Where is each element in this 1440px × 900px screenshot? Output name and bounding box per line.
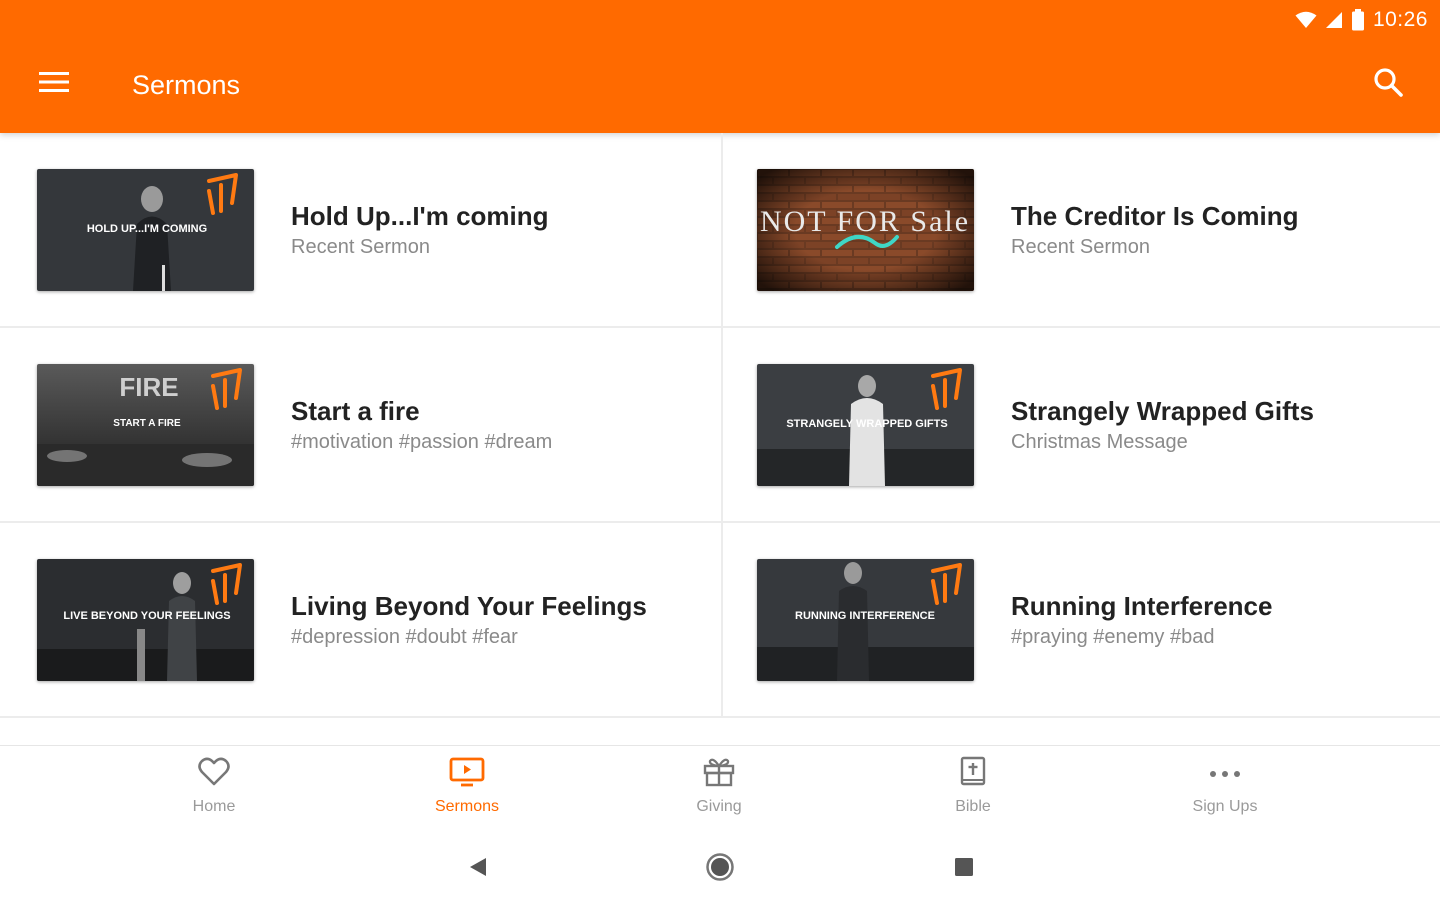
nav-sign-ups[interactable]: Sign Ups <box>1145 754 1305 834</box>
back-button[interactable] <box>458 849 498 889</box>
sermon-card[interactable]: LIVE BEYOND YOUR FEELINGS Living Beyond … <box>0 523 720 718</box>
home-circle-icon <box>705 852 735 887</box>
nav-sermons[interactable]: Sermons <box>387 754 547 834</box>
sermon-card[interactable]: HOLD UP...I'M COMING Hold Up...I'm comin… <box>0 133 720 328</box>
sermon-subtitle: #depression #doubt #fear <box>291 626 518 648</box>
system-navigation-bar <box>0 841 1440 891</box>
thumbnail-text: STRANGELY WRAPPED GIFTS <box>786 418 947 430</box>
app-bar: 10:26 Sermons <box>0 0 1440 133</box>
sermon-title: Start a fire <box>291 396 420 426</box>
recents-square-icon <box>954 857 974 882</box>
sermon-title: Living Beyond Your Feelings <box>291 591 647 621</box>
nav-home[interactable]: Home <box>134 754 294 834</box>
thumbnail-text: RUNNING INTERFERENCE <box>795 610 935 622</box>
sermon-subtitle: #praying #enemy #bad <box>1011 626 1215 648</box>
home-button[interactable] <box>700 849 740 889</box>
thumbnail-subtext: START A FIRE <box>113 418 181 429</box>
search-icon <box>1373 67 1403 102</box>
thumbnail-text: HOLD UP...I'M COMING <box>87 223 207 235</box>
back-icon <box>468 856 488 883</box>
thumbnail-text: FIRE <box>119 372 178 402</box>
nav-label: Giving <box>696 798 742 815</box>
sermon-card[interactable]: NOT FOR Sale The Creditor Is Coming Rece… <box>720 133 1440 328</box>
sermon-title: The Creditor Is Coming <box>1011 201 1299 231</box>
sermon-thumbnail: LIVE BEYOND YOUR FEELINGS <box>37 559 254 681</box>
recents-button[interactable] <box>944 849 984 889</box>
sermon-grid: HOLD UP...I'M COMING Hold Up...I'm comin… <box>0 133 1440 745</box>
sermon-subtitle: Recent Sermon <box>1011 236 1150 258</box>
status-bar: 10:26 <box>1295 6 1428 34</box>
sermon-thumbnail: HOLD UP...I'M COMING <box>37 169 254 291</box>
battery-icon <box>1351 9 1365 31</box>
sermon-card[interactable]: RUNNING INTERFERENCE Running Interferenc… <box>720 523 1440 718</box>
nav-label: Bible <box>955 798 991 815</box>
sermon-thumbnail: FIRE START A FIRE <box>37 364 254 486</box>
menu-button[interactable] <box>30 62 78 106</box>
bottom-navigation: Home Sermons Giving Bible Sign Ups <box>0 745 1440 900</box>
sermon-title: Running Interference <box>1011 591 1273 621</box>
nav-label: Sign Ups <box>1192 798 1258 815</box>
sermon-subtitle: Christmas Message <box>1011 431 1188 453</box>
sermon-thumbnail: RUNNING INTERFERENCE <box>757 559 974 681</box>
bible-icon <box>959 756 987 793</box>
hamburger-menu-icon <box>39 71 69 98</box>
nav-bible[interactable]: Bible <box>893 754 1053 834</box>
more-horizontal-icon <box>1209 765 1241 783</box>
wifi-icon <box>1295 11 1317 29</box>
signal-icon <box>1325 11 1343 29</box>
gift-icon <box>703 757 735 792</box>
page-title: Sermons <box>132 70 241 100</box>
sermon-thumbnail: STRANGELY WRAPPED GIFTS <box>757 364 974 486</box>
sermon-title: Strangely Wrapped Gifts <box>1011 396 1314 426</box>
thumbnail-text: LIVE BEYOND YOUR FEELINGS <box>63 610 230 622</box>
sermon-card[interactable]: FIRE START A FIRE Start a fire #motivati… <box>0 328 720 523</box>
heart-icon <box>198 757 230 792</box>
nav-label: Home <box>192 798 236 815</box>
sermon-subtitle: Recent Sermon <box>291 236 430 258</box>
nav-label: Sermons <box>434 798 500 815</box>
thumbnail-text: NOT FOR Sale <box>760 205 970 238</box>
sermon-title: Hold Up...I'm coming <box>291 201 549 231</box>
status-time: 10:26 <box>1372 8 1428 31</box>
sermon-card[interactable]: STRANGELY WRAPPED GIFTS Strangely Wrappe… <box>720 328 1440 523</box>
tv-play-icon <box>449 757 485 792</box>
search-button[interactable] <box>1364 62 1412 106</box>
sermon-subtitle: #motivation #passion #dream <box>291 431 553 453</box>
sermon-thumbnail: NOT FOR Sale <box>757 169 974 291</box>
nav-giving[interactable]: Giving <box>639 754 799 834</box>
